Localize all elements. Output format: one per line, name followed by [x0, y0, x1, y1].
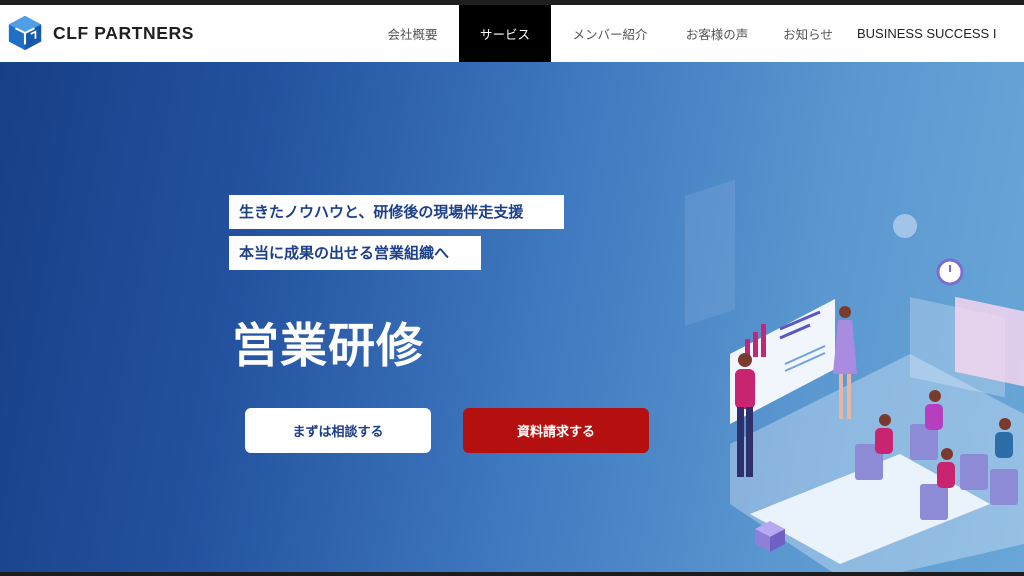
main-nav: 会社概要 サービス メンバー紹介 お客様の声 お知らせ BUSINESS SUC… [366, 5, 1011, 62]
hero-tagline-1: 生きたノウハウと、研修後の現場伴走支援 [229, 195, 564, 229]
nav-company[interactable]: 会社概要 [366, 5, 459, 62]
nav-service[interactable]: サービス [459, 5, 551, 62]
seminar-illustration [685, 179, 1024, 572]
nav-business-success[interactable]: BUSINESS SUCCESS I [851, 5, 1011, 62]
nav-members[interactable]: メンバー紹介 [551, 5, 669, 62]
site-logo[interactable]: CLF PARTNERS [6, 14, 194, 52]
site-header: CLF PARTNERS 会社概要 サービス メンバー紹介 お客様の声 お知らせ… [0, 5, 1024, 62]
hero-tagline-2: 本当に成果の出せる営業組織へ [229, 236, 481, 270]
nav-news[interactable]: お知らせ [765, 5, 851, 62]
nav-voices[interactable]: お客様の声 [669, 5, 765, 62]
window-bottom-strip [0, 572, 1024, 576]
clf-cube-logo-icon [8, 15, 42, 51]
hero-section: 生きたノウハウと、研修後の現場伴走支援 本当に成果の出せる営業組織へ 営業研修 … [0, 62, 1024, 572]
brand-name: CLF PARTNERS [53, 22, 195, 43]
request-docs-button[interactable]: 資料請求する [463, 408, 649, 453]
consult-button[interactable]: まずは相談する [245, 408, 431, 453]
hero-title: 営業研修 [232, 319, 424, 374]
